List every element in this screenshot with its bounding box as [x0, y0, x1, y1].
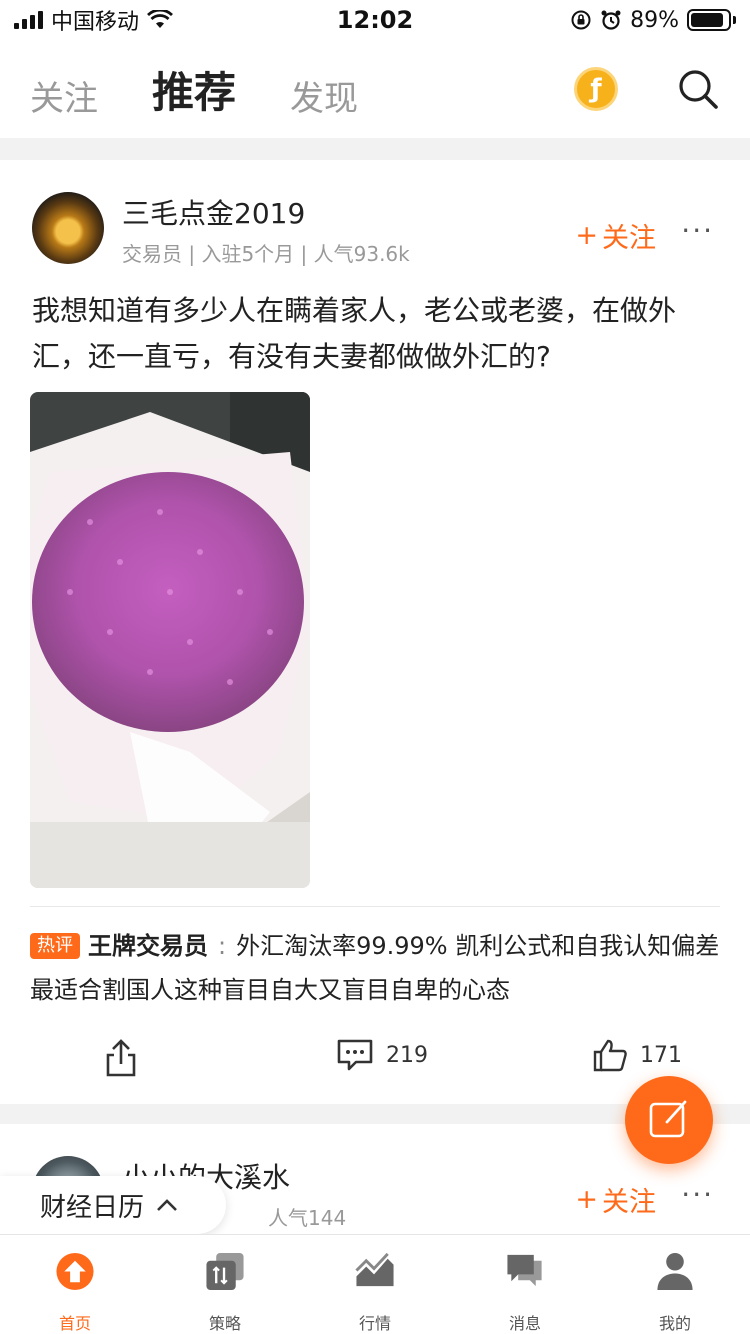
search-icon[interactable]	[676, 67, 720, 111]
message-icon	[507, 1254, 542, 1287]
tab-follow[interactable]: 关注	[30, 71, 98, 120]
more-icon[interactable]: ···	[681, 214, 714, 247]
tab-home[interactable]: 首页	[0, 1235, 150, 1334]
share-icon	[106, 1039, 136, 1077]
author-meta: 交易员 | 入驻5个月 | 人气93.6k	[122, 242, 410, 266]
comment-count: 219	[386, 1042, 428, 1068]
follow-button[interactable]: + 关注	[575, 1180, 656, 1219]
post-card[interactable]: 三毛点金2019 交易员 | 入驻5个月 | 人气93.6k + 关注 ··· …	[0, 160, 750, 1104]
chevron-up-icon	[157, 1199, 177, 1211]
status-bar: 中国移动 12:02 89%	[0, 0, 750, 40]
status-right: 89%	[570, 8, 736, 33]
battery-percent: 89%	[630, 7, 679, 33]
tab-label: 行情	[358, 1314, 391, 1333]
tab-strategy[interactable]: 策略	[150, 1235, 300, 1334]
strategy-icon	[206, 1252, 244, 1291]
post-header: 三毛点金2019 交易员 | 入驻5个月 | 人气93.6k + 关注 ···	[32, 192, 720, 266]
market-icon	[355, 1252, 394, 1287]
tab-recommend[interactable]: 推荐	[152, 59, 236, 120]
tab-label: 首页	[58, 1314, 91, 1333]
plus-icon: +	[575, 1184, 598, 1215]
post-text[interactable]: 我想知道有多少人在瞒着家人，老公或老婆，在做外汇，还一直亏，有没有夫妻都做做外汇…	[32, 288, 722, 380]
tab-profile[interactable]: 我的	[600, 1235, 750, 1334]
alarm-icon	[601, 10, 621, 30]
finance-calendar-button[interactable]: 财经日历	[0, 1176, 226, 1234]
avatar[interactable]	[32, 192, 104, 264]
more-icon[interactable]: ···	[681, 1178, 714, 1211]
compose-button[interactable]	[625, 1076, 713, 1164]
tab-messages[interactable]: 消息	[450, 1235, 600, 1334]
post-image[interactable]	[30, 392, 310, 888]
comment-button[interactable]: 219	[336, 1038, 428, 1072]
status-left: 中国移动	[14, 4, 174, 36]
finance-calendar-label: 财经日历	[40, 1192, 145, 1223]
tab-market[interactable]: 行情	[300, 1235, 450, 1334]
coin-icon[interactable]: ƒ	[574, 67, 618, 111]
profile-icon	[657, 1252, 693, 1291]
comment-icon	[337, 1039, 373, 1071]
divider	[30, 906, 720, 907]
home-icon	[56, 1252, 94, 1291]
author-meta: 人气144	[268, 1206, 347, 1230]
follow-button[interactable]: + 关注	[575, 216, 656, 255]
carrier-label: 中国移动	[51, 10, 140, 35]
like-count: 171	[640, 1042, 682, 1068]
post-actions: 219 171	[0, 1038, 750, 1088]
bottom-tab-bar: 首页 策略 行情 消息 我的	[0, 1234, 750, 1334]
thumbs-up-icon	[593, 1039, 627, 1072]
author-name[interactable]: 三毛点金2019	[122, 192, 305, 232]
follow-label: 关注	[602, 1187, 656, 1218]
signal-icon	[14, 11, 43, 29]
rotation-lock-icon	[571, 10, 591, 30]
nav-right: ƒ	[574, 67, 720, 111]
comment-separator: :	[218, 932, 227, 960]
battery-icon	[687, 9, 736, 31]
share-button[interactable]	[104, 1038, 138, 1078]
hot-badge: 热评	[30, 933, 80, 959]
tab-label: 策略	[208, 1314, 241, 1333]
wifi-icon	[147, 10, 174, 28]
tab-discover[interactable]: 发现	[290, 71, 358, 120]
like-button[interactable]: 171	[592, 1038, 682, 1072]
top-nav: 关注 推荐 发现 ƒ	[0, 40, 750, 138]
edit-icon	[649, 1100, 687, 1138]
comment-user[interactable]: 王牌交易员	[88, 932, 208, 960]
plus-icon: +	[575, 220, 598, 251]
hot-comment[interactable]: 热评 王牌交易员: 外汇淘汰率99.99% 凯利公式和自我认知偏差最适合割国人这种盲…	[30, 924, 720, 1012]
follow-label: 关注	[602, 223, 656, 254]
tab-label: 我的	[658, 1314, 691, 1333]
tab-label: 消息	[508, 1314, 541, 1333]
